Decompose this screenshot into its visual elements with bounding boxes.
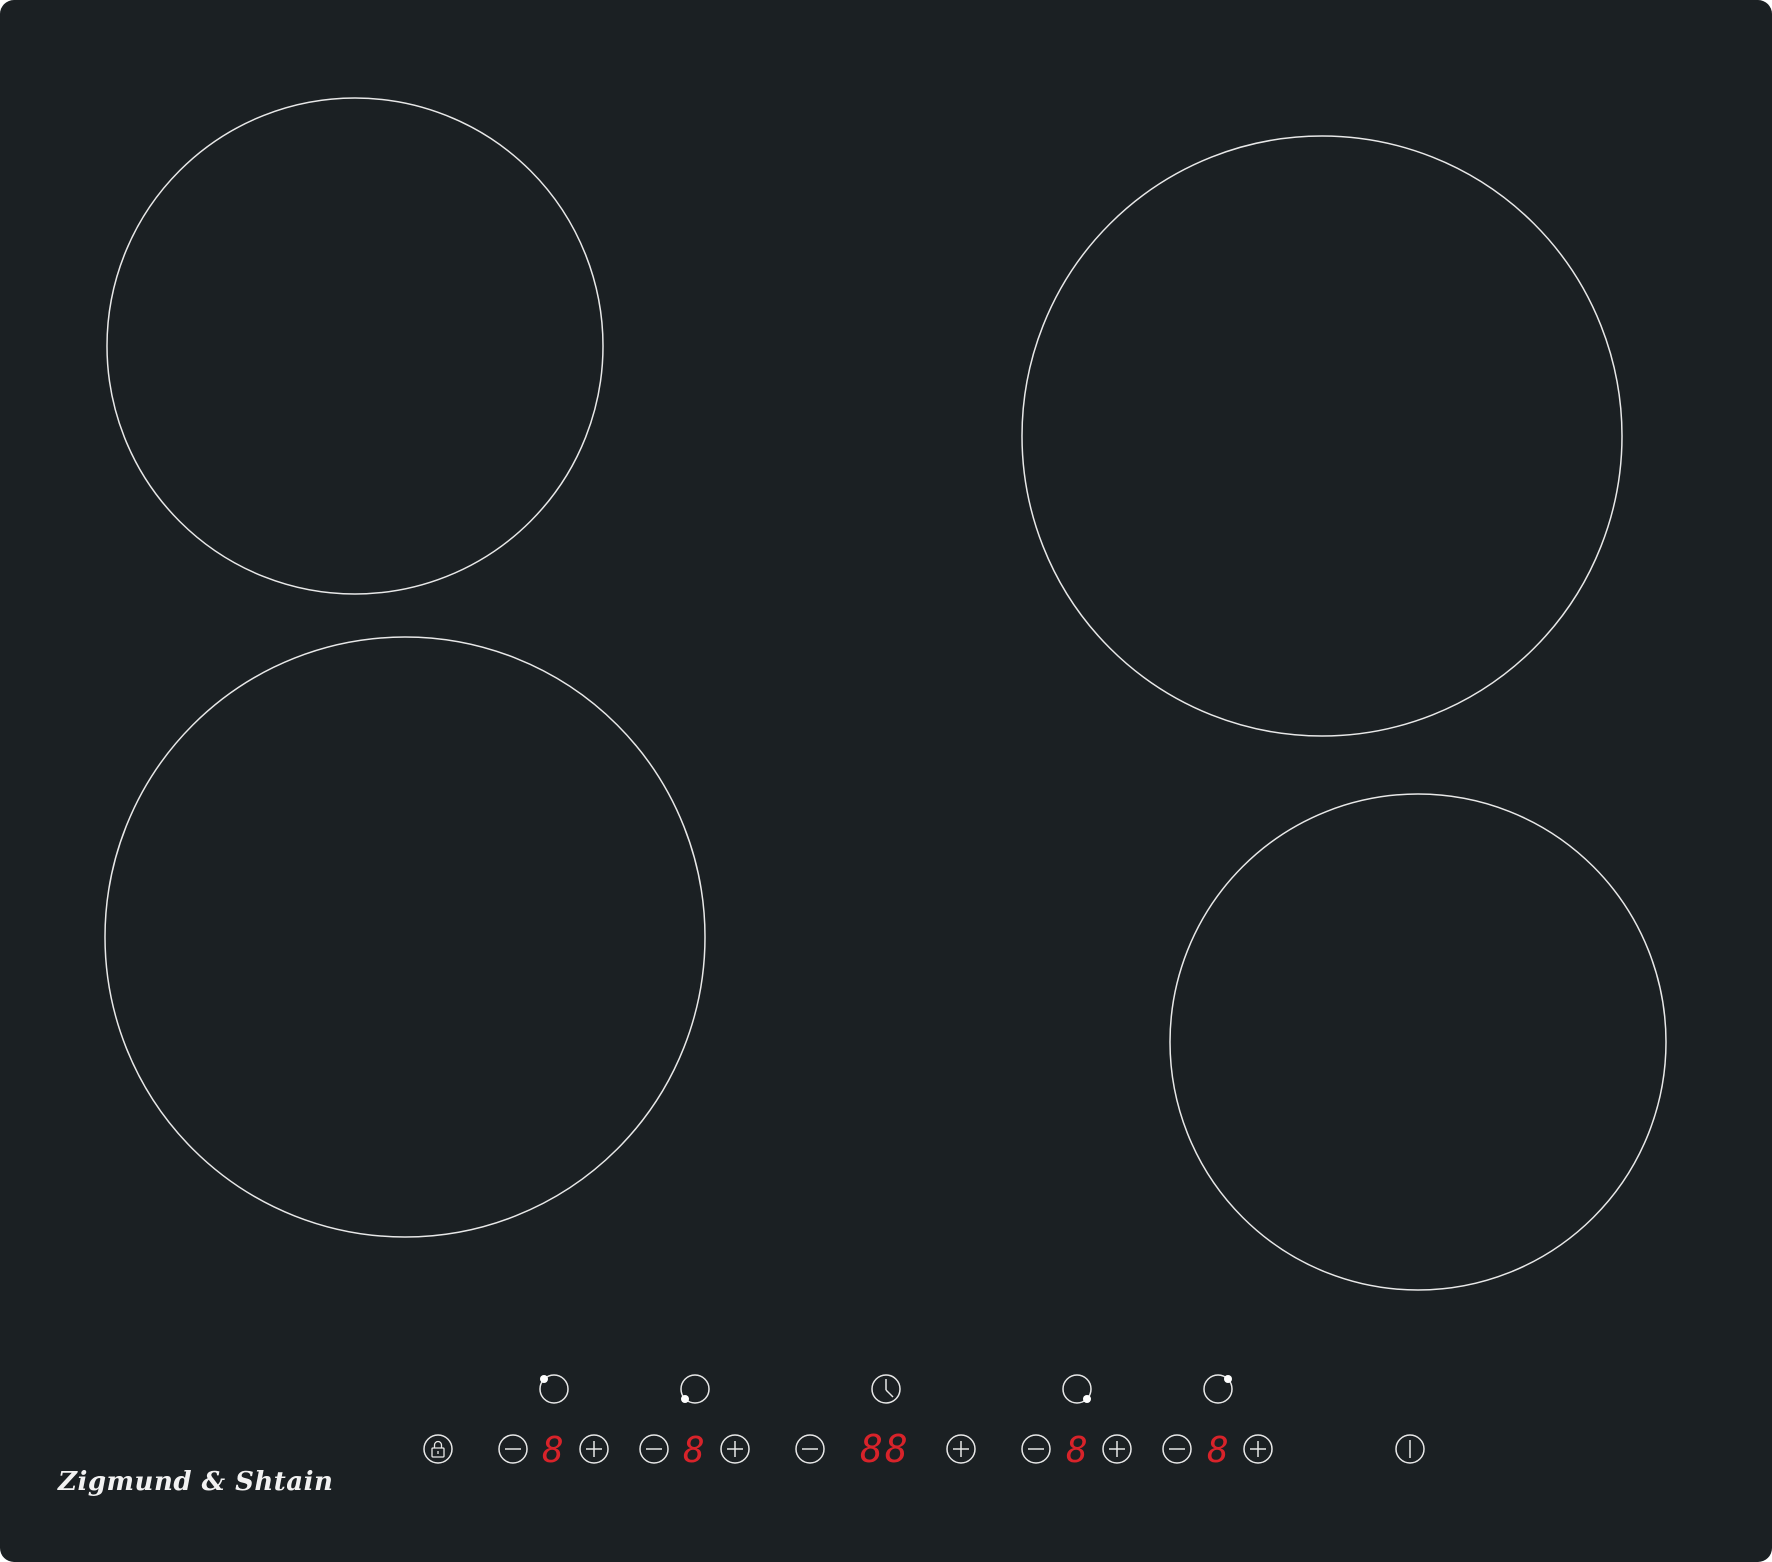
brand-logo: Zigmund & Shtain bbox=[58, 1467, 334, 1497]
zone1-level-display: 8 bbox=[542, 1430, 564, 1471]
glass-surface bbox=[0, 0, 1772, 1562]
zone2-level-display: 8 bbox=[683, 1430, 705, 1471]
zone4-level-display: 8 bbox=[1207, 1430, 1229, 1471]
cooktop-panel: 8 8 88 8 8 bbox=[0, 0, 1772, 1562]
timer-display: 88 bbox=[860, 1427, 910, 1471]
zone3-level-display: 8 bbox=[1066, 1430, 1088, 1471]
